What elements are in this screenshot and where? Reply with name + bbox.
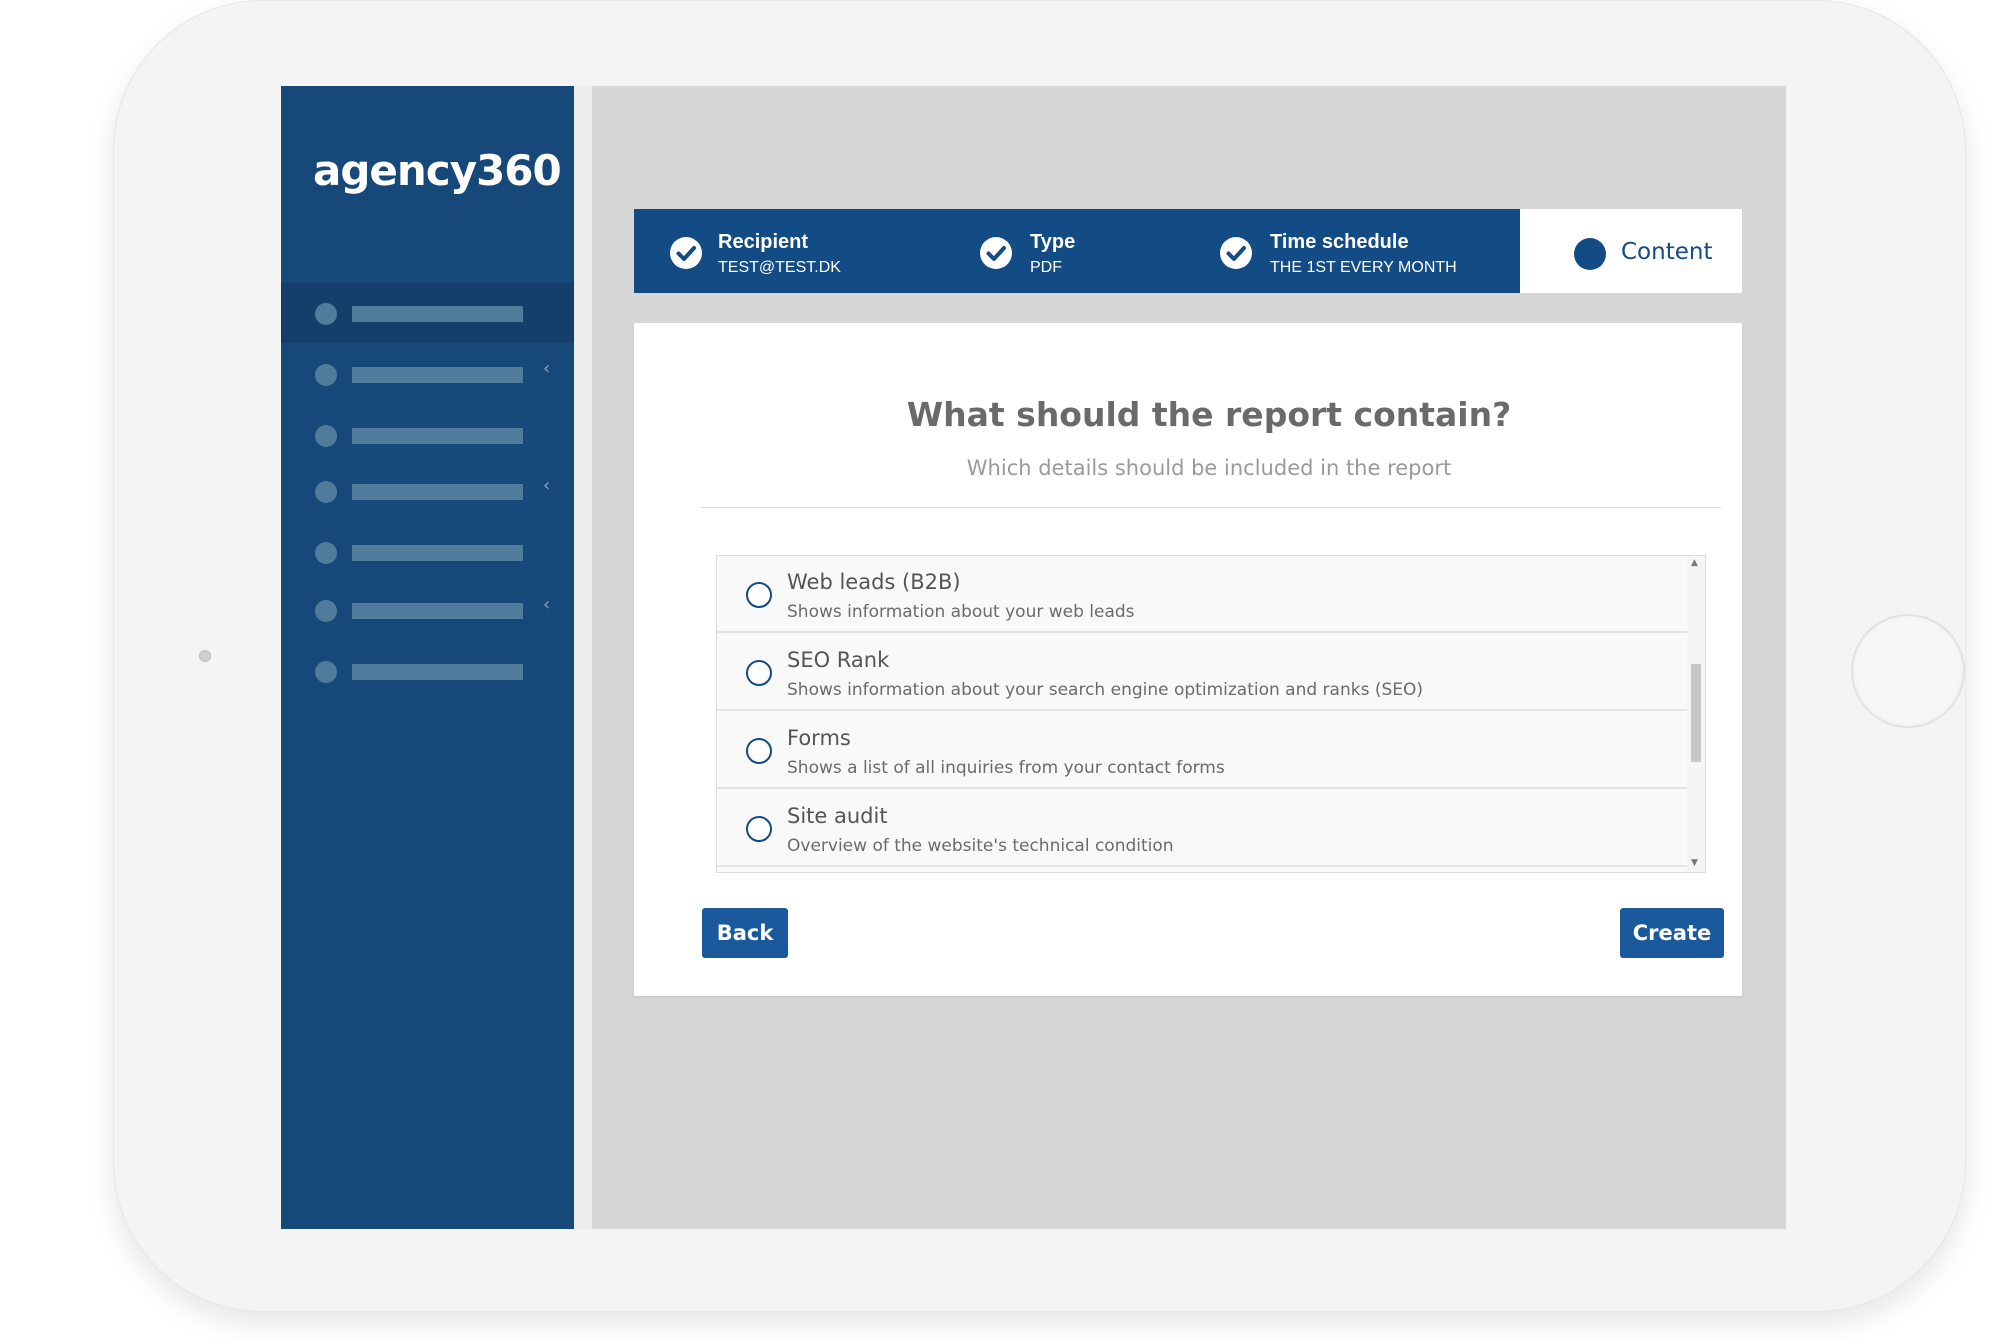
- sidebar-item-icon: [315, 303, 337, 325]
- check-circle-icon: [1220, 237, 1252, 269]
- sidebar: agency360 ‹ ‹ ‹: [281, 86, 574, 1229]
- check-circle-icon: [980, 237, 1012, 269]
- option-web-leads[interactable]: Web leads (B2B) Shows information about …: [717, 556, 1687, 633]
- sidebar-item-label-placeholder: [352, 367, 523, 383]
- sidebar-item-1[interactable]: [281, 283, 574, 343]
- check-circle-icon: [670, 237, 702, 269]
- option-description: Shows a list of all inquiries from your …: [787, 758, 1225, 778]
- option-description: Shows information about your web leads: [787, 602, 1135, 622]
- sidebar-item-4[interactable]: ‹: [281, 461, 574, 521]
- sidebar-item-2[interactable]: ‹: [281, 344, 574, 404]
- sidebar-item-7[interactable]: [281, 641, 574, 701]
- app-screen: agency360 ‹ ‹ ‹ Recipient TEST@TEST.DK T…: [281, 86, 1786, 1229]
- filled-circle-icon: [1574, 238, 1606, 270]
- scrollbar-thumb[interactable]: [1691, 664, 1701, 762]
- create-button[interactable]: Create: [1620, 908, 1724, 958]
- sidebar-item-icon: [315, 600, 337, 622]
- sidebar-item-label-placeholder: [352, 664, 523, 680]
- scroll-down-arrow-icon[interactable]: ▼: [1691, 858, 1698, 868]
- page-title: What should the report contain?: [906, 395, 1512, 434]
- divider: [701, 507, 1721, 508]
- sidebar-item-icon: [315, 425, 337, 447]
- sidebar-item-label-placeholder: [352, 545, 523, 561]
- step-recipient[interactable]: Recipient TEST@TEST.DK: [634, 209, 934, 293]
- chevron-left-icon: ‹: [543, 594, 551, 615]
- content-card: What should the report contain? Which de…: [634, 323, 1742, 996]
- option-description: Overview of the website's technical cond…: [787, 836, 1174, 856]
- sidebar-item-label-placeholder: [352, 484, 523, 500]
- step-title: Time schedule: [1270, 231, 1409, 253]
- sidebar-item-5[interactable]: [281, 522, 574, 582]
- step-title: Recipient: [718, 231, 809, 253]
- scroll-up-arrow-icon[interactable]: ▲: [1691, 558, 1698, 568]
- option-title: Forms: [787, 726, 851, 750]
- option-seo-rank[interactable]: SEO Rank Shows information about your se…: [717, 634, 1687, 711]
- sidebar-item-label-placeholder: [352, 603, 523, 619]
- sidebar-item-3[interactable]: [281, 405, 574, 465]
- step-subtitle: THE 1ST EVERY MONTH: [1270, 259, 1457, 276]
- option-title: Web leads (B2B): [787, 570, 961, 594]
- option-forms[interactable]: Forms Shows a list of all inquiries from…: [717, 712, 1687, 789]
- sidebar-item-icon: [315, 481, 337, 503]
- step-time-schedule[interactable]: Time schedule THE 1ST EVERY MONTH: [1184, 209, 1514, 293]
- home-button[interactable]: [1851, 614, 1965, 728]
- options-list[interactable]: Web leads (B2B) Shows information about …: [716, 555, 1706, 873]
- option-title: Site audit: [787, 804, 888, 828]
- sidebar-item-icon: [315, 364, 337, 386]
- page-subtitle: Which details should be included in the …: [966, 456, 1452, 480]
- logo[interactable]: agency360: [313, 146, 562, 195]
- sidebar-divider: [574, 86, 592, 1229]
- step-content[interactable]: Content: [1520, 209, 1742, 293]
- sidebar-item-icon: [315, 542, 337, 564]
- chevron-left-icon: ‹: [543, 358, 551, 379]
- sidebar-item-label-placeholder: [352, 428, 523, 444]
- step-title: Content: [1621, 239, 1713, 265]
- sidebar-item-icon: [315, 661, 337, 683]
- camera-icon: [199, 650, 211, 662]
- step-subtitle: TEST@TEST.DK: [718, 259, 841, 276]
- scrollbar[interactable]: ▲ ▼: [1687, 556, 1705, 872]
- back-button[interactable]: Back: [702, 908, 788, 958]
- step-subtitle: PDF: [1030, 259, 1062, 276]
- option-description: Shows information about your search engi…: [787, 680, 1424, 700]
- option-site-audit[interactable]: Site audit Overview of the website's tec…: [717, 790, 1687, 867]
- chevron-left-icon: ‹: [543, 475, 551, 496]
- radio-button[interactable]: [746, 582, 772, 608]
- step-title: Type: [1030, 231, 1076, 253]
- radio-button[interactable]: [746, 816, 772, 842]
- sidebar-item-6[interactable]: ‹: [281, 580, 574, 640]
- radio-button[interactable]: [746, 738, 772, 764]
- sidebar-item-label-placeholder: [352, 306, 523, 322]
- radio-button[interactable]: [746, 660, 772, 686]
- option-title: SEO Rank: [787, 648, 890, 672]
- step-type[interactable]: Type PDF: [944, 209, 1164, 293]
